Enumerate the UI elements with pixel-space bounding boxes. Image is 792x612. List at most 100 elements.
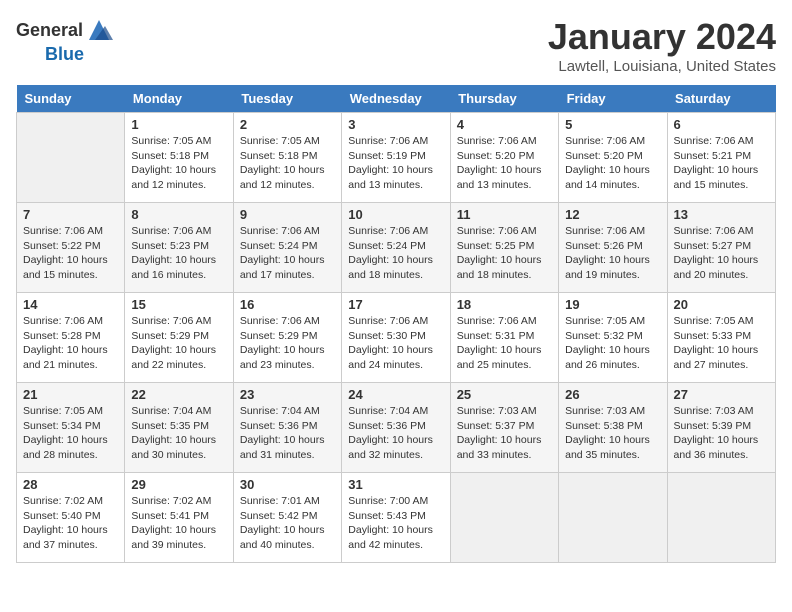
- day-info: Sunrise: 7:06 AM Sunset: 5:24 PM Dayligh…: [348, 224, 443, 283]
- day-number: 14: [23, 297, 118, 312]
- calendar-week-row: 21Sunrise: 7:05 AM Sunset: 5:34 PM Dayli…: [17, 383, 776, 473]
- day-info: Sunrise: 7:06 AM Sunset: 5:20 PM Dayligh…: [565, 134, 660, 193]
- day-info: Sunrise: 7:05 AM Sunset: 5:32 PM Dayligh…: [565, 314, 660, 373]
- day-info: Sunrise: 7:06 AM Sunset: 5:27 PM Dayligh…: [674, 224, 769, 283]
- calendar-day-cell: 27Sunrise: 7:03 AM Sunset: 5:39 PM Dayli…: [667, 383, 775, 473]
- calendar-day-cell: 19 Sunrise: 7:05 AM Sunset: 5:32 PM Dayli…: [559, 293, 667, 383]
- day-info: Sunrise: 7:06 AM Sunset: 5:23 PM Dayligh…: [131, 224, 226, 283]
- day-info: Sunrise: 7:06 AM Sunset: 5:19 PM Dayligh…: [348, 134, 443, 193]
- calendar-day-cell: 2Sunrise: 7:05 AM Sunset: 5:18 PM Daylig…: [233, 113, 341, 203]
- calendar-day-cell: 23 Sunrise: 7:04 AM Sunset: 5:36 PM Dayli…: [233, 383, 341, 473]
- day-number: 4: [457, 117, 552, 132]
- day-info: Sunrise: 7:05 AM Sunset: 5:18 PM Dayligh…: [240, 134, 335, 193]
- day-number: 16: [240, 297, 335, 312]
- day-number: 3: [348, 117, 443, 132]
- day-number: 9: [240, 207, 335, 222]
- calendar-header-cell: Saturday: [667, 85, 775, 113]
- calendar-day-cell: 9 Sunrise: 7:06 AM Sunset: 5:24 PM Daylig…: [233, 203, 341, 293]
- calendar-day-cell: 8 Sunrise: 7:06 AM Sunset: 5:23 PM Daylig…: [125, 203, 233, 293]
- calendar-day-cell: 3 Sunrise: 7:06 AM Sunset: 5:19 PM Daylig…: [342, 113, 450, 203]
- calendar-header-cell: Friday: [559, 85, 667, 113]
- day-number: 30: [240, 477, 335, 492]
- calendar-day-cell: 29 Sunrise: 7:02 AM Sunset: 5:41 PM Dayli…: [125, 473, 233, 563]
- calendar-header-cell: Sunday: [17, 85, 125, 113]
- calendar-day-cell: 16 Sunrise: 7:06 AM Sunset: 5:29 PM Dayli…: [233, 293, 341, 383]
- calendar-week-row: 14Sunrise: 7:06 AM Sunset: 5:28 PM Dayli…: [17, 293, 776, 383]
- calendar-week-row: 1Sunrise: 7:05 AM Sunset: 5:18 PM Daylig…: [17, 113, 776, 203]
- calendar-header-cell: Wednesday: [342, 85, 450, 113]
- day-number: 11: [457, 207, 552, 222]
- day-info: Sunrise: 7:06 AM Sunset: 5:22 PM Dayligh…: [23, 224, 118, 283]
- calendar-day-cell: [667, 473, 775, 563]
- day-number: 18: [457, 297, 552, 312]
- calendar-day-cell: 13 Sunrise: 7:06 AM Sunset: 5:27 PM Dayli…: [667, 203, 775, 293]
- calendar-header: SundayMondayTuesdayWednesdayThursdayFrid…: [17, 85, 776, 113]
- day-number: 12: [565, 207, 660, 222]
- day-info: Sunrise: 7:04 AM Sunset: 5:35 PM Dayligh…: [131, 404, 226, 463]
- calendar-day-cell: 21Sunrise: 7:05 AM Sunset: 5:34 PM Dayli…: [17, 383, 125, 473]
- logo: General Blue: [16, 16, 113, 65]
- day-number: 22: [131, 387, 226, 402]
- calendar-day-cell: 28 Sunrise: 7:02 AM Sunset: 5:40 PM Dayli…: [17, 473, 125, 563]
- day-number: 26: [565, 387, 660, 402]
- day-number: 13: [674, 207, 769, 222]
- logo-general-text: General: [16, 20, 83, 41]
- calendar-day-cell: 20 Sunrise: 7:05 AM Sunset: 5:33 PM Dayli…: [667, 293, 775, 383]
- day-number: 25: [457, 387, 552, 402]
- day-info: Sunrise: 7:02 AM Sunset: 5:40 PM Dayligh…: [23, 494, 118, 553]
- day-number: 20: [674, 297, 769, 312]
- title-block: January 2024 Lawtell, Louisiana, United …: [548, 16, 776, 75]
- calendar-subtitle: Lawtell, Louisiana, United States: [548, 58, 776, 75]
- day-info: Sunrise: 7:06 AM Sunset: 5:25 PM Dayligh…: [457, 224, 552, 283]
- calendar-day-cell: 1Sunrise: 7:05 AM Sunset: 5:18 PM Daylig…: [125, 113, 233, 203]
- day-info: Sunrise: 7:06 AM Sunset: 5:31 PM Dayligh…: [457, 314, 552, 373]
- calendar-day-cell: 12 Sunrise: 7:06 AM Sunset: 5:26 PM Dayli…: [559, 203, 667, 293]
- calendar-header-cell: Tuesday: [233, 85, 341, 113]
- calendar-header-cell: Thursday: [450, 85, 558, 113]
- day-number: 8: [131, 207, 226, 222]
- calendar-day-cell: 10 Sunrise: 7:06 AM Sunset: 5:24 PM Dayli…: [342, 203, 450, 293]
- calendar-day-cell: 22 Sunrise: 7:04 AM Sunset: 5:35 PM Dayli…: [125, 383, 233, 473]
- day-number: 24: [348, 387, 443, 402]
- calendar-header-row: SundayMondayTuesdayWednesdayThursdayFrid…: [17, 85, 776, 113]
- calendar-day-cell: [450, 473, 558, 563]
- day-info: Sunrise: 7:03 AM Sunset: 5:38 PM Dayligh…: [565, 404, 660, 463]
- calendar-body: 1Sunrise: 7:05 AM Sunset: 5:18 PM Daylig…: [17, 113, 776, 563]
- calendar-day-cell: 17 Sunrise: 7:06 AM Sunset: 5:30 PM Dayli…: [342, 293, 450, 383]
- calendar-day-cell: 24 Sunrise: 7:04 AM Sunset: 5:36 PM Dayli…: [342, 383, 450, 473]
- day-info: Sunrise: 7:06 AM Sunset: 5:20 PM Dayligh…: [457, 134, 552, 193]
- calendar-day-cell: 15Sunrise: 7:06 AM Sunset: 5:29 PM Dayli…: [125, 293, 233, 383]
- calendar-day-cell: 31 Sunrise: 7:00 AM Sunset: 5:43 PM Dayli…: [342, 473, 450, 563]
- logo-blue-text: Blue: [45, 44, 84, 65]
- day-info: Sunrise: 7:06 AM Sunset: 5:30 PM Dayligh…: [348, 314, 443, 373]
- day-info: Sunrise: 7:06 AM Sunset: 5:26 PM Dayligh…: [565, 224, 660, 283]
- day-number: 28: [23, 477, 118, 492]
- day-number: 31: [348, 477, 443, 492]
- calendar-week-row: 28 Sunrise: 7:02 AM Sunset: 5:40 PM Dayli…: [17, 473, 776, 563]
- calendar-day-cell: [17, 113, 125, 203]
- day-number: 10: [348, 207, 443, 222]
- calendar-day-cell: [559, 473, 667, 563]
- day-info: Sunrise: 7:00 AM Sunset: 5:43 PM Dayligh…: [348, 494, 443, 553]
- day-number: 17: [348, 297, 443, 312]
- day-info: Sunrise: 7:01 AM Sunset: 5:42 PM Dayligh…: [240, 494, 335, 553]
- day-info: Sunrise: 7:02 AM Sunset: 5:41 PM Dayligh…: [131, 494, 226, 553]
- day-info: Sunrise: 7:06 AM Sunset: 5:24 PM Dayligh…: [240, 224, 335, 283]
- day-info: Sunrise: 7:03 AM Sunset: 5:37 PM Dayligh…: [457, 404, 552, 463]
- page-header: General Blue January 2024 Lawtell, Louis…: [16, 16, 776, 75]
- day-number: 29: [131, 477, 226, 492]
- day-number: 19: [565, 297, 660, 312]
- day-info: Sunrise: 7:06 AM Sunset: 5:29 PM Dayligh…: [240, 314, 335, 373]
- day-number: 21: [23, 387, 118, 402]
- day-info: Sunrise: 7:05 AM Sunset: 5:18 PM Dayligh…: [131, 134, 226, 193]
- calendar-day-cell: 7Sunrise: 7:06 AM Sunset: 5:22 PM Daylig…: [17, 203, 125, 293]
- day-info: Sunrise: 7:04 AM Sunset: 5:36 PM Dayligh…: [348, 404, 443, 463]
- calendar-day-cell: 11 Sunrise: 7:06 AM Sunset: 5:25 PM Dayli…: [450, 203, 558, 293]
- day-number: 15: [131, 297, 226, 312]
- calendar-day-cell: 26 Sunrise: 7:03 AM Sunset: 5:38 PM Dayli…: [559, 383, 667, 473]
- day-info: Sunrise: 7:04 AM Sunset: 5:36 PM Dayligh…: [240, 404, 335, 463]
- calendar-header-cell: Monday: [125, 85, 233, 113]
- calendar-day-cell: 4 Sunrise: 7:06 AM Sunset: 5:20 PM Daylig…: [450, 113, 558, 203]
- day-number: 23: [240, 387, 335, 402]
- day-info: Sunrise: 7:05 AM Sunset: 5:33 PM Dayligh…: [674, 314, 769, 373]
